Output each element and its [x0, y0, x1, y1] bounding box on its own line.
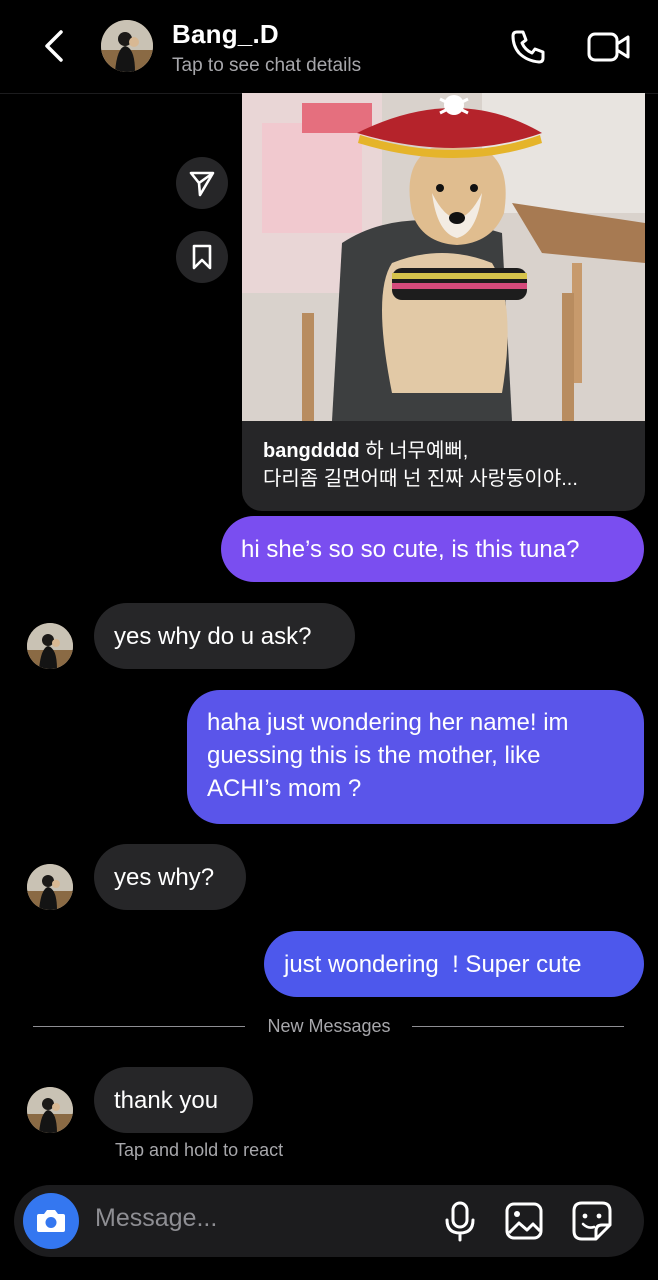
avatar[interactable]: [27, 1087, 73, 1133]
incoming-message[interactable]: thank you: [94, 1067, 253, 1133]
dog-photo[interactable]: [242, 93, 645, 421]
message-input[interactable]: Message...: [95, 1204, 217, 1233]
back-icon[interactable]: [36, 26, 76, 66]
new-messages-label: New Messages: [267, 1016, 391, 1036]
avatar[interactable]: [27, 623, 73, 669]
outgoing-message[interactable]: hi she’s so so cute, is this tuna?: [221, 516, 644, 582]
message-line: ACHI’s mom ?: [207, 775, 362, 802]
phone-icon[interactable]: [508, 27, 548, 67]
sticker-icon[interactable]: [570, 1199, 614, 1243]
post-caption-line1: 하 너무예뻐,: [365, 440, 469, 462]
message-text: thank you: [114, 1086, 219, 1114]
outgoing-message[interactable]: just wondering ! Super cute: [264, 931, 644, 997]
post-caption-line2: 다리좀 길면어때 넌 진짜 사랑둥이야...: [263, 468, 578, 490]
camera-button[interactable]: [23, 1193, 79, 1249]
save-button[interactable]: [176, 231, 228, 283]
post-caption: bangdddd 하 너무예뻐, 다리좀 길면어때 넌 진짜 사랑둥이야...: [263, 437, 633, 493]
incoming-message[interactable]: yes why do u ask?: [94, 603, 355, 669]
message-line: haha just wondering her name! im: [207, 709, 569, 736]
message-line: guessing this is the mother, like: [207, 742, 541, 769]
message-text: yes why do u ask?: [114, 622, 312, 650]
chat-title[interactable]: Bang_.D: [172, 19, 279, 50]
message-text: just wondering ! Super cute: [284, 950, 582, 978]
bookmark-icon: [192, 244, 212, 270]
avatar[interactable]: [101, 20, 153, 72]
outgoing-message[interactable]: haha just wondering her name! im guessin…: [187, 690, 644, 824]
post-username[interactable]: bangdddd: [263, 440, 360, 462]
avatar[interactable]: [27, 864, 73, 910]
chat-details-link[interactable]: Tap to see chat details: [172, 55, 361, 77]
microphone-icon[interactable]: [440, 1200, 480, 1242]
react-hint: Tap and hold to react: [115, 1140, 284, 1160]
message-text: yes why?: [114, 863, 215, 891]
message-text: hi she’s so so cute, is this tuna?: [241, 535, 580, 563]
image-icon[interactable]: [503, 1200, 545, 1242]
camera-icon: [37, 1210, 65, 1232]
chat-header: [0, 0, 658, 94]
shared-post[interactable]: bangdddd 하 너무예뻐, 다리좀 길면어때 넌 진짜 사랑둥이야...: [242, 93, 645, 511]
video-camera-icon[interactable]: [586, 27, 632, 67]
send-icon: [189, 171, 215, 197]
incoming-message[interactable]: yes why?: [94, 844, 246, 910]
share-button[interactable]: [176, 157, 228, 209]
